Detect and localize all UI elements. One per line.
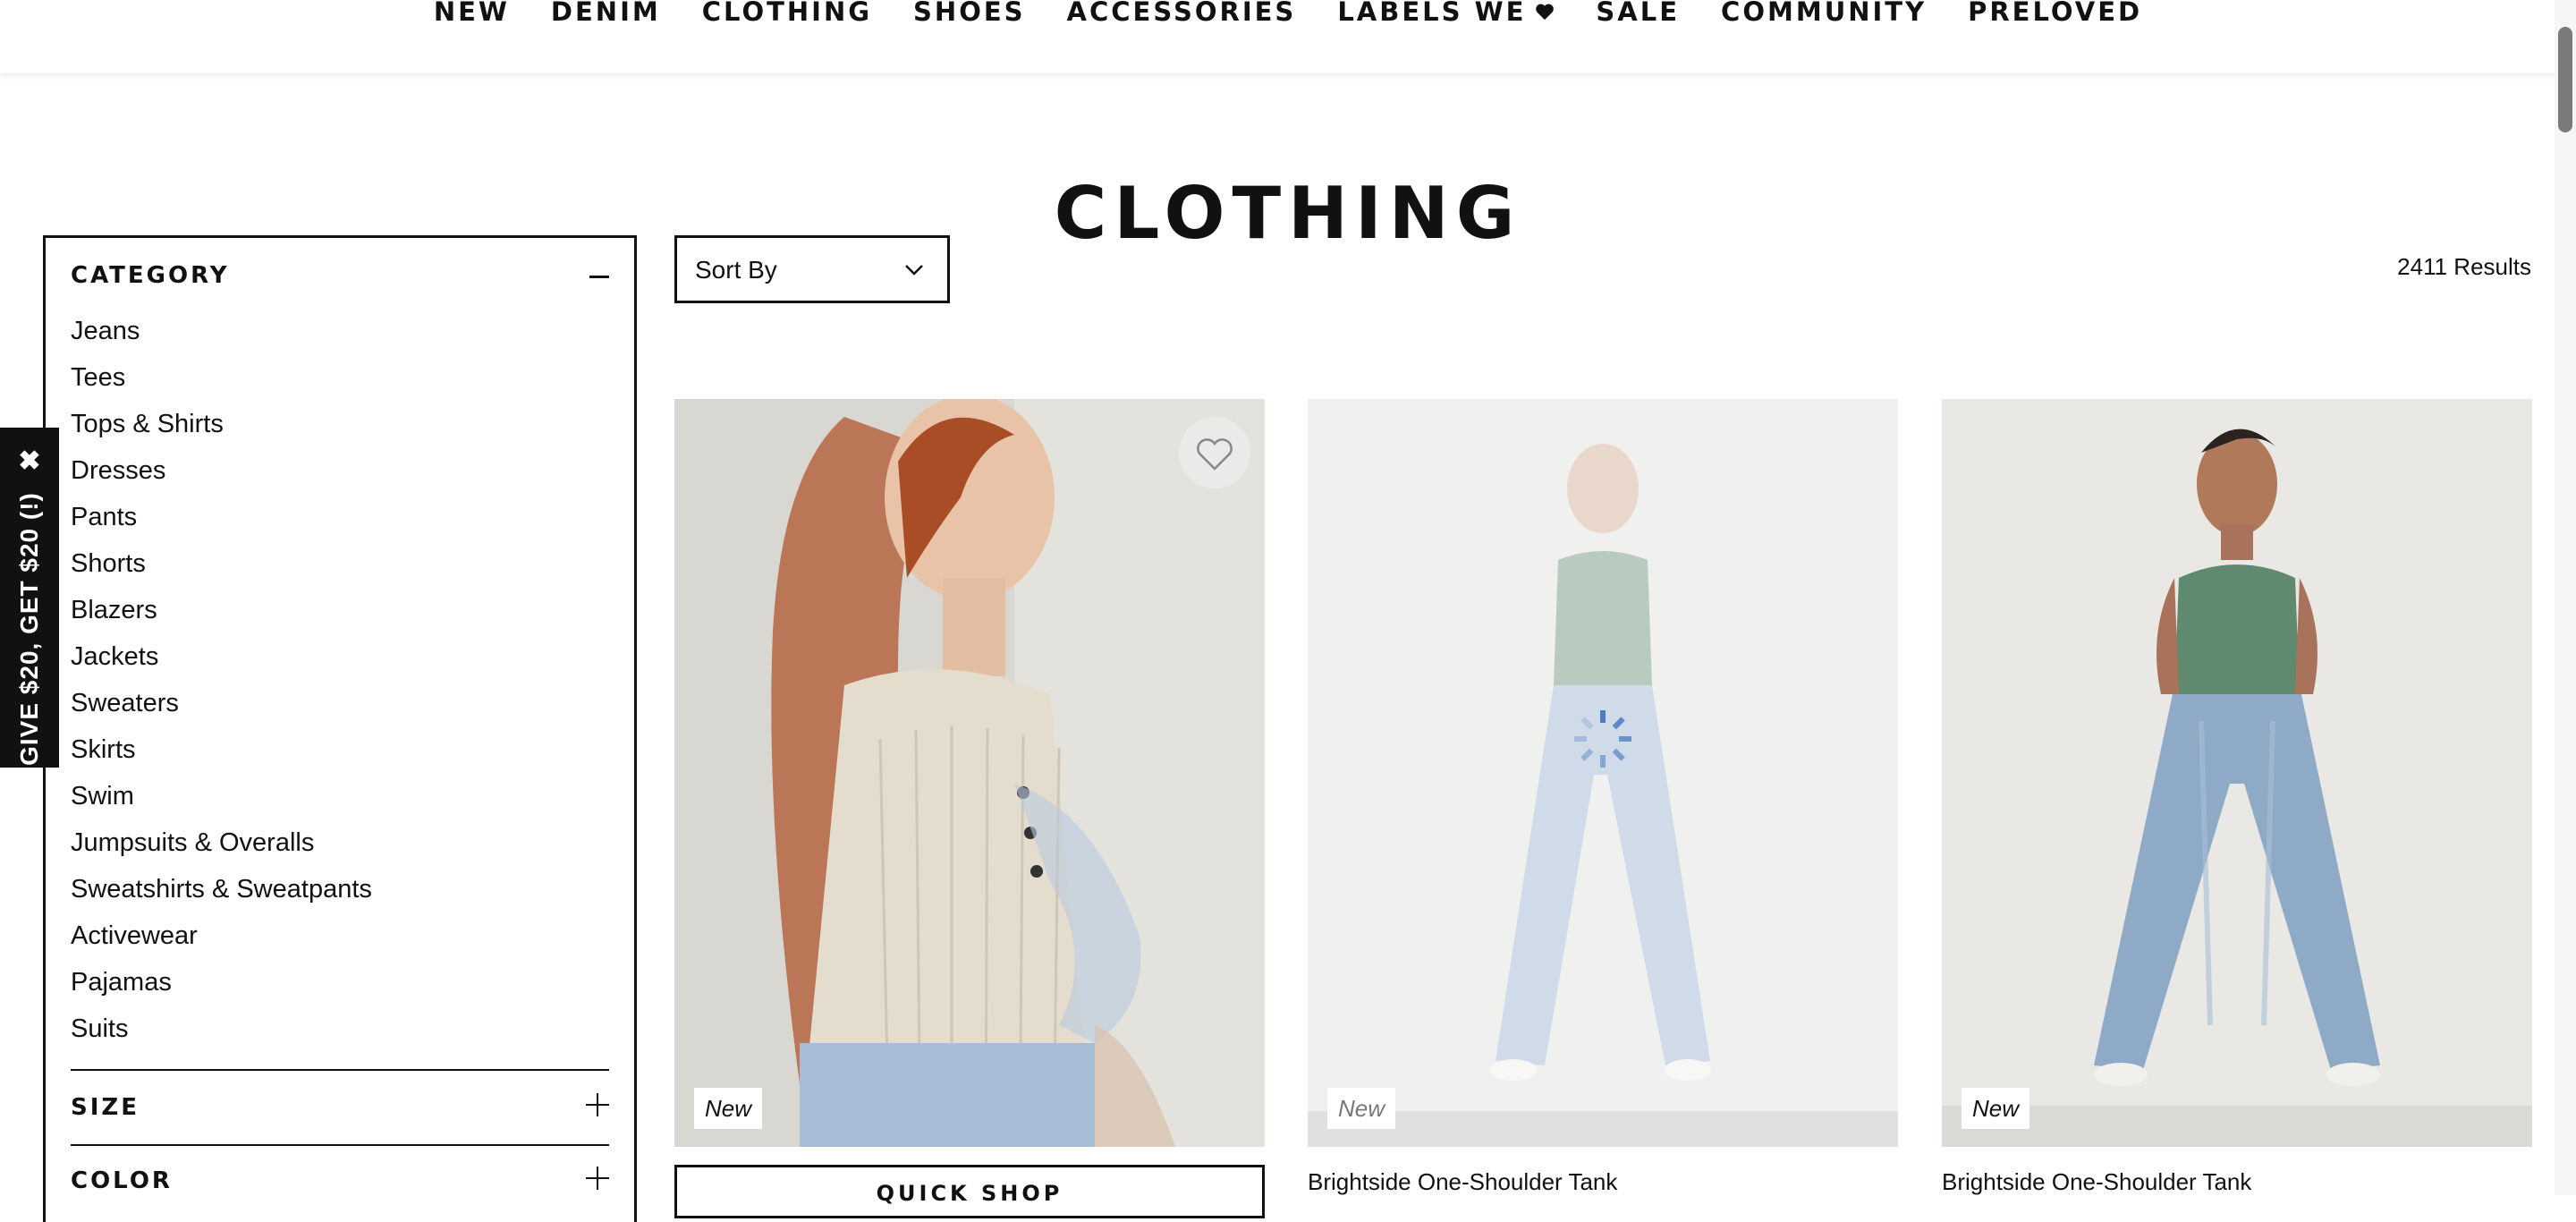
category-tees[interactable]: Tees xyxy=(71,354,372,401)
product-image[interactable]: New xyxy=(1308,399,1898,1147)
category-list: Jeans Tees Tops & Shirts Dresses Pants S… xyxy=(71,308,372,1052)
sort-dropdown[interactable]: Sort By xyxy=(674,235,950,303)
category-shorts[interactable]: Shorts xyxy=(71,540,372,587)
category-dresses[interactable]: Dresses xyxy=(71,447,372,494)
nav-clothing[interactable]: CLOTHING xyxy=(702,0,872,25)
close-icon[interactable]: ✖ xyxy=(0,446,59,477)
collapse-icon[interactable] xyxy=(589,276,609,278)
category-sweaters[interactable]: Sweaters xyxy=(71,680,372,726)
top-navigation: NEW DENIM CLOTHING SHOES ACCESSORIES LAB… xyxy=(0,0,2576,73)
nav-community[interactable]: COMMUNITY xyxy=(1721,0,1927,25)
main-menu: NEW DENIM CLOTHING SHOES ACCESSORIES LAB… xyxy=(0,0,2576,25)
size-filter-header[interactable]: SIZE xyxy=(71,1090,609,1125)
quick-shop-button[interactable]: QUICK SHOP xyxy=(674,1165,1265,1218)
filter-panel: CATEGORY Jeans Tees Tops & Shirts Dresse… xyxy=(43,235,637,1222)
filter-divider xyxy=(71,1144,609,1146)
size-filter-title: SIZE xyxy=(71,1094,140,1121)
promo-text: GIVE $20, GET $20 (!) xyxy=(15,492,43,766)
scrollbar-thumb[interactable] xyxy=(2558,27,2572,132)
nav-labels-label: LABELS WE xyxy=(1337,0,1527,27)
category-suits[interactable]: Suits xyxy=(71,1006,372,1052)
product-image[interactable]: New xyxy=(1942,399,2532,1147)
referral-promo-tab[interactable]: ✖ GIVE $20, GET $20 (!) xyxy=(0,428,59,768)
expand-icon[interactable] xyxy=(586,1167,609,1190)
new-badge: New xyxy=(694,1088,763,1129)
nav-preloved[interactable]: PRELOVED xyxy=(1968,0,2142,25)
category-jackets[interactable]: Jackets xyxy=(71,633,372,680)
category-sweatshirts-sweatpants[interactable]: Sweatshirts & Sweatpants xyxy=(71,866,372,912)
product-name[interactable]: Brightside One-Shoulder Tank xyxy=(1308,1168,1898,1195)
nav-new[interactable]: NEW xyxy=(434,0,510,25)
category-jumpsuits-overalls[interactable]: Jumpsuits & Overalls xyxy=(71,819,372,866)
category-pants[interactable]: Pants xyxy=(71,494,372,540)
color-filter-title: COLOR xyxy=(71,1167,173,1194)
product-card: New Brightside One-Shoulder Tank xyxy=(1942,399,2532,1195)
nav-accessories[interactable]: ACCESSORIES xyxy=(1067,0,1297,25)
category-activewear[interactable]: Activewear xyxy=(71,912,372,959)
category-filter-title: CATEGORY xyxy=(71,262,230,289)
category-swim[interactable]: Swim xyxy=(71,773,372,819)
new-badge: New xyxy=(1327,1088,1396,1129)
category-tops-shirts[interactable]: Tops & Shirts xyxy=(71,401,372,447)
nav-labels-we-love[interactable]: LABELS WE xyxy=(1337,0,1555,25)
new-badge: New xyxy=(1962,1088,2030,1129)
category-jeans[interactable]: Jeans xyxy=(71,308,372,354)
category-blazers[interactable]: Blazers xyxy=(71,587,372,633)
category-filter-header[interactable]: CATEGORY xyxy=(71,258,609,293)
results-count: 2411 Results xyxy=(2397,253,2531,280)
nav-shoes[interactable]: SHOES xyxy=(913,0,1026,25)
category-pajamas[interactable]: Pajamas xyxy=(71,959,372,1006)
color-filter-header[interactable]: COLOR xyxy=(71,1163,609,1199)
chevron-down-icon xyxy=(902,258,926,285)
product-card: New QUICK SHOP xyxy=(674,399,1265,1218)
product-name[interactable]: Brightside One-Shoulder Tank xyxy=(1942,1168,2532,1195)
product-image[interactable]: New xyxy=(674,399,1265,1147)
heart-outline-icon xyxy=(1197,438,1233,471)
nav-sale[interactable]: SALE xyxy=(1596,0,1680,25)
expand-icon[interactable] xyxy=(586,1093,609,1116)
category-skirts[interactable]: Skirts xyxy=(71,726,372,773)
sort-label: Sort By xyxy=(695,256,777,284)
heart-icon xyxy=(1535,0,1555,23)
product-card: New Brightside One-Shoulder Tank xyxy=(1308,399,1898,1195)
filter-divider xyxy=(71,1069,609,1071)
nav-denim[interactable]: DENIM xyxy=(551,0,661,25)
wishlist-button[interactable] xyxy=(1179,417,1250,488)
